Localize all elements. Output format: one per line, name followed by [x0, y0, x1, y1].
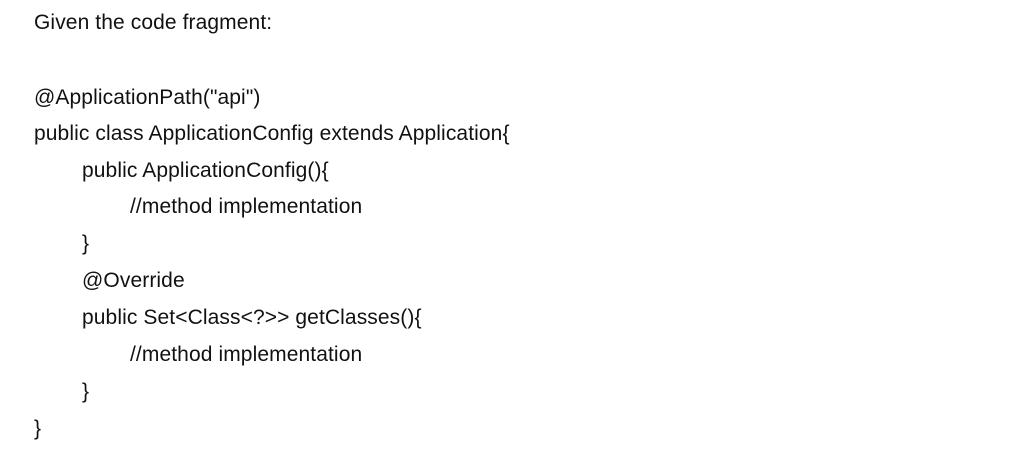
code-line-close-brace: }	[82, 232, 90, 255]
code-line-method-signature: public Set<Class<?>> getClasses(){	[82, 306, 422, 329]
code-line-constructor: public ApplicationConfig(){	[82, 159, 329, 182]
code-question-document: Given the code fragment: @ApplicationPat…	[0, 0, 1016, 458]
code-line-comment: //method implementation	[130, 343, 363, 366]
code-line-annotation: @ApplicationPath("api")	[34, 86, 261, 109]
code-line-override-annotation: @Override	[82, 269, 185, 292]
code-line-comment: //method implementation	[130, 195, 363, 218]
code-line-close-brace: }	[82, 380, 90, 403]
code-line-class-declaration: public class ApplicationConfig extends A…	[34, 122, 510, 145]
question-heading: Given the code fragment:	[34, 11, 273, 34]
code-line-class-close-brace: }	[34, 417, 42, 440]
